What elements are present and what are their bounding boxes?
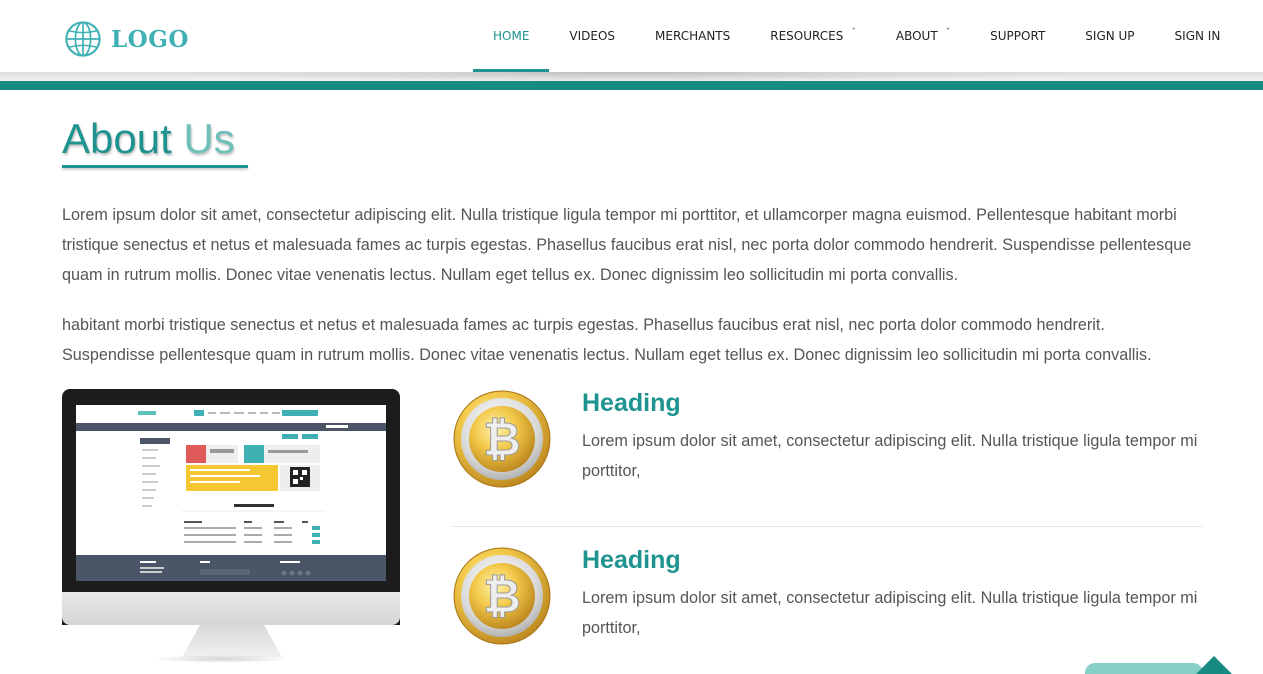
feature-divider [452, 526, 1202, 527]
chevron-down-icon: ˇ [851, 28, 856, 38]
logo[interactable]: LOGO [64, 20, 189, 58]
title-underline [62, 165, 248, 168]
back-to-top-tab[interactable] [1085, 663, 1203, 674]
monitor-shadow [152, 655, 292, 663]
nav-item-videos[interactable]: VIDEOS [549, 0, 635, 72]
nav-item-sign-up[interactable]: SIGN UP [1065, 0, 1154, 72]
monitor-chin [62, 592, 400, 625]
site-header: LOGO HOME VIDEOS MERCHANTS RESOURCES ˇ AB… [0, 0, 1263, 90]
nav-item-home[interactable]: HOME [473, 0, 550, 72]
nav-label: MERCHANTS [655, 29, 731, 43]
nav-label: RESOURCES [770, 29, 844, 43]
svg-text:₿: ₿ [483, 569, 521, 623]
nav-item-resources[interactable]: RESOURCES ˇ [750, 0, 876, 72]
nav-item-merchants[interactable]: MERCHANTS [635, 0, 750, 72]
nav-label: ABOUT [895, 29, 938, 43]
nav-label: SIGN IN [1174, 29, 1221, 43]
page-title-word2: Us [183, 115, 235, 162]
about-paragraph-1: Lorem ipsum dolor sit amet, consectetur … [62, 206, 1192, 284]
chevron-down-icon: ˇ [945, 28, 951, 38]
dashboard-screenshot-icon [76, 405, 386, 581]
monitor-screen [76, 405, 386, 581]
bitcoin-coin-icon: ₿ [453, 390, 551, 488]
nav-label: SUPPORT [990, 29, 1046, 43]
about-paragraph-2: habitant morbi tristique senectus et net… [62, 316, 1152, 364]
page-title: About Us [62, 118, 235, 160]
header-accent-bar [0, 81, 1263, 90]
monitor-image [62, 389, 400, 663]
feature-heading: Heading [582, 546, 681, 574]
feature-text: Lorem ipsum dolor sit amet, consectetur … [582, 432, 1198, 480]
nav-label: VIDEOS [569, 29, 616, 43]
svg-text:₿: ₿ [483, 412, 521, 466]
monitor-stand [182, 625, 282, 657]
nav-label: SIGN UP [1085, 29, 1135, 43]
feature-text: Lorem ipsum dolor sit amet, consectetur … [582, 589, 1198, 637]
nav-item-sign-in[interactable]: SIGN IN [1155, 0, 1241, 72]
header-shadow-curve [190, 72, 1070, 81]
globe-icon [65, 21, 101, 57]
logo-text: LOGO [111, 25, 189, 53]
page-title-word1: About [62, 115, 172, 162]
arrow-up-icon[interactable] [1196, 656, 1232, 674]
feature-heading: Heading [582, 389, 681, 417]
nav-item-support[interactable]: SUPPORT [970, 0, 1065, 72]
nav-item-about[interactable]: ABOUT ˇ [876, 0, 970, 72]
nav-label: HOME [493, 29, 530, 43]
main-nav: HOME VIDEOS MERCHANTS RESOURCES ˇ ABOUT ˇ … [473, 0, 1240, 72]
bitcoin-coin-icon: ₿ [453, 547, 551, 645]
